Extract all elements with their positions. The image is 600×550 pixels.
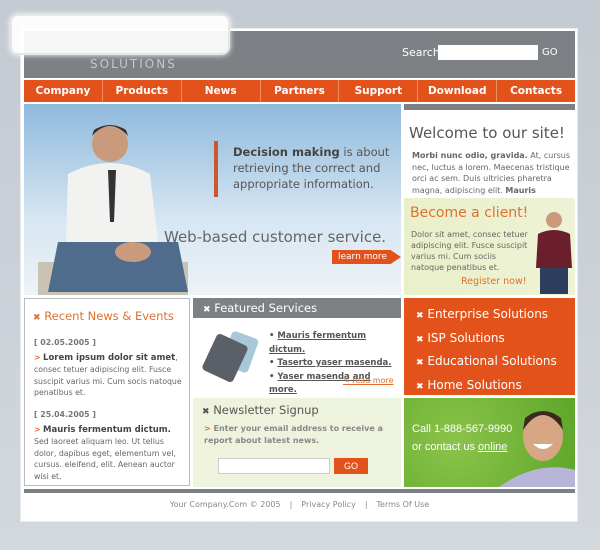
featured-body: • Mauris fermentum dictum. • Taserto yas… [193,318,401,398]
search-input[interactable] [438,45,538,60]
newsletter-desc: Enter your email address to receive a re… [204,424,383,445]
businessman-image [38,125,188,295]
news-headline[interactable]: Lorem ipsum dolor sit amet [43,353,175,363]
contact-line: or contact us online [412,441,508,453]
solutions-menu: ✖ Enterprise Solutions ✖ ISP Solutions ✖… [404,298,575,395]
client-person-image [536,212,572,294]
logo-overlay [10,14,230,55]
arrow-icon: > [34,352,41,362]
welcome-bold: Morbi nunc odio, gravida. [412,151,528,160]
separator: | [289,500,293,509]
newsletter-email-input[interactable] [218,458,330,474]
nav-products[interactable]: Products [103,80,182,102]
featured-title: Featured Services [214,301,318,315]
footer-bar [24,489,575,493]
nav-contacts[interactable]: Contacts [497,80,575,102]
organizer-image [202,331,259,382]
featured-header: ✖ Featured Services [193,298,401,318]
news-date: [ 25.04.2005 ] [34,410,96,419]
news-title-text: Recent News & Events [44,309,174,323]
welcome-bold-end: Mauris [505,185,536,195]
logo[interactable]: SOLUTIONS [90,57,177,71]
read-more-text[interactable]: read more [352,376,393,385]
news-date: [ 02.05.2005 ] [34,338,96,347]
contact-banner: Call 1-888-567-9990 or contact us online [404,398,575,487]
main-nav: Company Products News Partners Support D… [24,80,575,102]
news-text: Sed laoreet aliquam leo. Ut tellus dolor… [34,437,176,481]
arrow-icon: > [34,424,41,434]
search-go-button[interactable]: GO [542,47,558,58]
nav-partners[interactable]: Partners [261,80,340,102]
client-text: Dolor sit amet, consec tetuer adipiscing… [411,230,528,272]
news-headline[interactable]: Mauris fermentum dictum. [43,425,171,435]
newsletter-text: > Enter your email address to receive a … [204,423,394,447]
news-title: ✖ Recent News & Events [33,309,174,323]
nav-support[interactable]: Support [339,80,419,102]
welcome-title: Welcome to our site! [409,124,565,142]
privacy-policy-link[interactable]: Privacy Policy [301,500,356,509]
bullet-icon: ✖ [33,313,41,323]
welcome-text: Morbi nunc odio, gravida. At, cursus nec… [412,150,574,196]
news-item: [ 25.04.2005 ] > Mauris fermentum dictum… [34,409,186,482]
news-section: ✖ Recent News & Events [ 02.05.2005 ] > … [24,298,190,486]
pencil-icon: ✎ [343,376,350,385]
bullet-icon: ✖ [202,407,210,417]
featured-links: • Mauris fermentum dictum. • Taserto yas… [269,330,401,398]
bullet-icon: ✖ [203,305,211,315]
featured-link[interactable]: • Taserto yaser masenda. [269,357,401,371]
become-client-section: Become a client! Dolor sit amet, consec … [404,198,575,295]
footer: Your Company.Com © 2005 | Privacy Policy | T… [24,500,575,509]
contact-online-link[interactable]: online [478,441,507,453]
solution-home[interactable]: ✖ Home Solutions [416,375,575,399]
learn-more-button[interactable]: learn more [332,250,401,264]
copyright: Your Company.Com © 2005 [169,500,281,509]
solution-enterprise[interactable]: ✖ Enterprise Solutions [416,304,575,328]
news-item: [ 02.05.2005 ] > Lorem ipsum dolor sit a… [34,337,186,399]
nav-company[interactable]: Company [24,80,103,102]
newsletter-title: ✖ Newsletter Signup [202,403,319,417]
arrow-icon: > [204,424,211,433]
newsletter-go-button[interactable]: GO [334,458,368,474]
call-text: Call 1-888-567-9990 or contact us online [412,420,512,456]
search-label: Search [402,46,440,59]
separator: | [364,500,368,509]
quote-accent-bar [214,141,218,197]
register-now-link[interactable]: Register now! [461,276,527,287]
solution-educational[interactable]: ✖ Educational Solutions [416,351,575,375]
nav-news[interactable]: News [182,80,261,102]
hero-tagline: Web-based customer service. [164,228,387,246]
hero-quote: Decision making is about retrieving the … [233,144,401,192]
newsletter-title-text: Newsletter Signup [213,403,319,417]
solution-isp[interactable]: ✖ ISP Solutions [416,328,575,352]
featured-link[interactable]: • Mauris fermentum dictum. [269,330,401,357]
hero-banner: Decision making is about retrieving the … [24,104,401,295]
client-title: Become a client! [410,205,529,221]
quote-bold: Decision making [233,145,340,159]
newsletter-section: ✖ Newsletter Signup > Enter your email a… [193,398,401,487]
terms-of-use-link[interactable]: Terms Of Use [377,500,430,509]
phone-number: Call 1-888-567-9990 [412,423,513,435]
read-more-link[interactable]: ✎ read more [343,376,394,385]
welcome-section: Welcome to our site! Morbi nunc odio, gr… [404,104,575,198]
nav-download[interactable]: Download [418,80,498,102]
